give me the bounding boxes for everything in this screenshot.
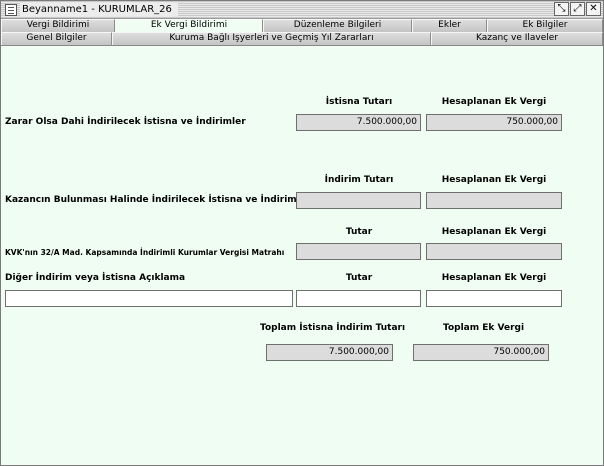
diger-tutar-input[interactable] <box>296 290 421 307</box>
document-icon <box>5 4 17 16</box>
column-header-tutar-2: Tutar <box>345 273 373 283</box>
column-header-hesaplanan-ek-vergi-2: Hesaplanan Ek Vergi <box>441 175 547 185</box>
window-controls: ⤡ ⤢ ✕ <box>554 2 601 16</box>
tab-ek-bilgiler[interactable]: Ek Bilgiler <box>487 19 603 32</box>
tab-kazanc-ilaveler[interactable]: Kazanç ve İlaveler <box>431 32 603 45</box>
column-header-hesaplanan-ek-vergi: Hesaplanan Ek Vergi <box>441 97 547 107</box>
column-header-istisna-tutari: İstisna Tutarı <box>325 97 393 107</box>
column-header-hesaplanan-ek-vergi-3: Hesaplanan Ek Vergi <box>441 227 547 237</box>
diger-ek-vergi-input[interactable] <box>426 290 562 307</box>
form-window: Beyanname1 - KURUMLAR_26 ⤡ ⤢ ✕ Vergi Bil… <box>0 0 604 466</box>
tab-ekler[interactable]: Ekler <box>412 19 487 32</box>
total-label-istisna-indirim: Toplam İstisna İndirim Tutarı <box>260 323 406 333</box>
tab-row-2: Genel Bilgiler Kuruma Bağlı İşyerleri ve… <box>1 32 603 46</box>
indirim-tutari-field[interactable] <box>296 192 421 209</box>
row-label-zarar-olsa-dahi: Zarar Olsa Dahi İndirilecek İstisna ve İ… <box>5 117 246 127</box>
toplam-istisna-indirim-field[interactable]: 7.500.000,00 <box>266 344 393 361</box>
tab-ek-vergi-bildirimi[interactable]: Ek Vergi Bildirimi <box>115 19 263 32</box>
close-button[interactable]: ✕ <box>586 2 601 16</box>
title-bar[interactable]: Beyanname1 - KURUMLAR_26 ⤡ ⤢ ✕ <box>1 1 603 19</box>
total-label-ek-vergi: Toplam Ek Vergi <box>443 323 525 333</box>
tab-isyerleri-gecmis-zararlar[interactable]: Kuruma Bağlı İşyerleri ve Geçmiş Yıl Zar… <box>112 32 431 45</box>
aciklama-input[interactable] <box>5 290 293 307</box>
column-header-tutar: Tutar <box>345 227 373 237</box>
row-label-kvk-32a: KVK'nın 32/A Mad. Kapsamında İndirimli K… <box>5 248 285 257</box>
hesaplanan-ek-vergi-field-3[interactable] <box>426 243 562 260</box>
tab-genel-bilgiler[interactable]: Genel Bilgiler <box>1 32 112 45</box>
tab-duzenleme-bilgileri[interactable]: Düzenleme Bilgileri <box>263 19 412 32</box>
form-content: İstisna Tutarı Hesaplanan Ek Vergi Zarar… <box>1 47 603 465</box>
hesaplanan-ek-vergi-field-2[interactable] <box>426 192 562 209</box>
row-label-diger-indirim: Diğer İndirim veya İstisna Açıklama <box>5 273 186 283</box>
row-label-kazancin-bulunmasi: Kazancın Bulunması Halinde İndirilecek İ… <box>5 195 311 205</box>
tab-vergi-bildirimi[interactable]: Vergi Bildirimi <box>1 19 115 32</box>
column-header-hesaplanan-ek-vergi-4: Hesaplanan Ek Vergi <box>441 273 547 283</box>
toplam-ek-vergi-field[interactable]: 750.000,00 <box>413 344 549 361</box>
restore-button[interactable]: ⤡ <box>554 2 569 16</box>
column-header-indirim-tutari: İndirim Tutarı <box>324 175 394 185</box>
tab-row-1: Vergi Bildirimi Ek Vergi Bildirimi Düzen… <box>1 19 603 32</box>
window-title: Beyanname1 - KURUMLAR_26 <box>20 3 178 16</box>
istisna-tutari-field[interactable]: 7.500.000,00 <box>296 114 421 131</box>
hesaplanan-ek-vergi-field[interactable]: 750.000,00 <box>426 114 562 131</box>
maximize-button[interactable]: ⤢ <box>570 2 585 16</box>
tutar-field[interactable] <box>296 243 421 260</box>
